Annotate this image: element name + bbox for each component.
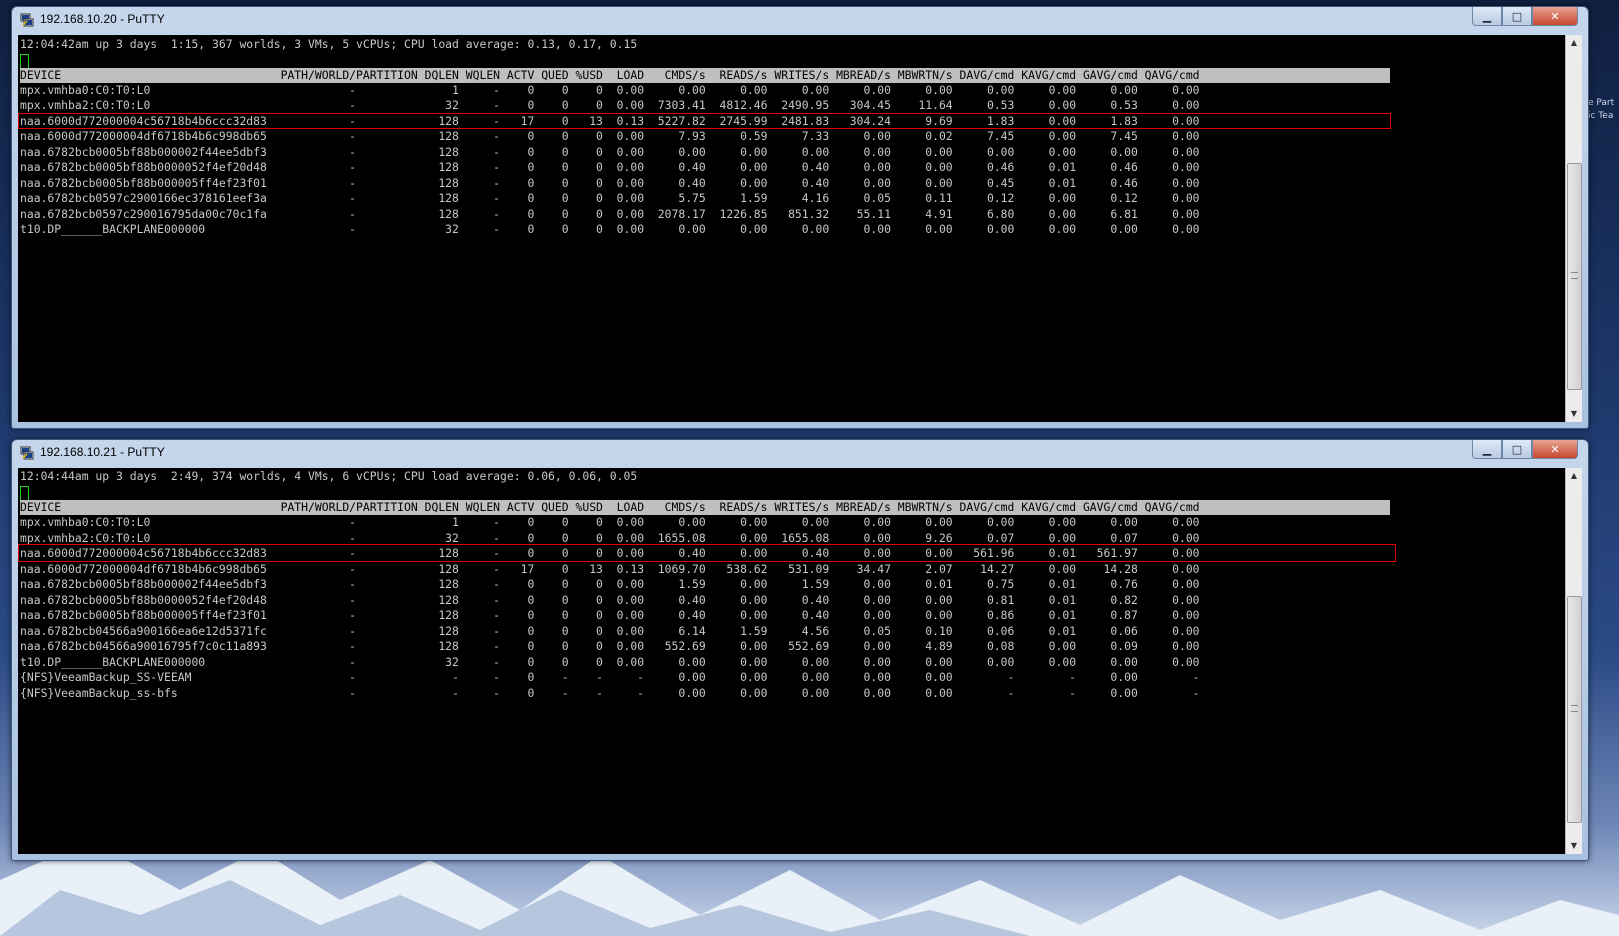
status-line: 12:04:44am up 3 days 2:49, 374 worlds, 4…: [20, 469, 638, 483]
putty-window-2[interactable]: 192.168.10.21 - PuTTY ▁ □ ✕ 12:04:44am u…: [11, 439, 1589, 861]
device-row: {NFS}VeeamBackup_SS-VEEAM - - - 0 - - - …: [20, 670, 1200, 684]
scroll-up-arrow-icon[interactable]: ▲: [1566, 468, 1582, 484]
vertical-scrollbar[interactable]: ▲ ▼: [1565, 35, 1582, 422]
device-row: naa.6782bcb0005bf88b000002f44ee5dbf3 - 1…: [20, 577, 1200, 591]
text-cursor: [20, 486, 29, 501]
desktop-text: e Part: [1588, 98, 1615, 108]
text-cursor: [20, 54, 29, 69]
device-row: naa.6000d772000004df6718b4b6c998db65 - 1…: [20, 129, 1200, 143]
close-button[interactable]: ✕: [1532, 7, 1578, 26]
terminal-screen[interactable]: 12:04:44am up 3 days 2:49, 374 worlds, 4…: [18, 468, 1566, 854]
device-row: naa.6782bcb0005bf88b000002f44ee5dbf3 - 1…: [20, 145, 1200, 159]
status-line: 12:04:42am up 3 days 1:15, 367 worlds, 3…: [20, 37, 638, 51]
device-row: naa.6782bcb04566a900166ea6e12d5371fc - 1…: [20, 624, 1200, 638]
column-header-row: DEVICE PATH/WORLD/PARTITION DQLEN WQLEN …: [20, 68, 1390, 83]
minimize-button[interactable]: ▁: [1472, 440, 1502, 459]
device-row: naa.6782bcb0597c2900166ec378161eef3a - 1…: [20, 191, 1200, 205]
scroll-down-arrow-icon[interactable]: ▼: [1566, 406, 1582, 422]
device-row: t10.DP______BACKPLANE000000 - 32 - 0 0 0…: [20, 222, 1200, 236]
putty-window-1[interactable]: 192.168.10.20 - PuTTY ▁ □ ✕ 12:04:42am u…: [11, 6, 1589, 429]
device-row: naa.6782bcb0005bf88b000005ff4ef23f01 - 1…: [20, 608, 1200, 622]
device-row: naa.6782bcb0005bf88b0000052f4ef20d48 - 1…: [20, 160, 1200, 174]
close-button[interactable]: ✕: [1532, 440, 1578, 459]
device-row: naa.6782bcb0005bf88b000005ff4ef23f01 - 1…: [20, 176, 1200, 190]
putty-icon: [20, 13, 34, 27]
device-row: naa.6782bcb0005bf88b0000052f4ef20d48 - 1…: [20, 593, 1200, 607]
device-row: mpx.vmhba0:C0:T0:L0 - 1 - 0 0 0 0.00 0.0…: [20, 83, 1200, 97]
window-title: 192.168.10.21 - PuTTY: [40, 445, 165, 459]
window-controls: ▁ □ ✕: [1472, 7, 1578, 26]
device-row: {NFS}VeeamBackup_ss-bfs - - - 0 - - - 0.…: [20, 686, 1200, 700]
device-row: naa.6782bcb0597c290016795da00c70c1fa - 1…: [20, 207, 1200, 221]
window-controls: ▁ □ ✕: [1472, 440, 1578, 459]
highlight-box: [18, 113, 1391, 129]
terminal-screen[interactable]: 12:04:42am up 3 days 1:15, 367 worlds, 3…: [18, 35, 1566, 422]
title-bar[interactable]: 192.168.10.21 - PuTTY ▁ □ ✕: [12, 440, 1588, 466]
device-row: t10.DP______BACKPLANE000000 - 32 - 0 0 0…: [20, 655, 1200, 669]
device-row: mpx.vmhba2:C0:T0:L0 - 32 - 0 0 0 0.00 73…: [20, 98, 1200, 112]
device-row: naa.6000d772000004df6718b4b6c998db65 - 1…: [20, 562, 1200, 576]
minimize-button[interactable]: ▁: [1472, 7, 1502, 26]
window-title: 192.168.10.20 - PuTTY: [40, 12, 165, 26]
scroll-thumb[interactable]: [1567, 163, 1582, 390]
putty-icon: [20, 446, 34, 460]
title-bar[interactable]: 192.168.10.20 - PuTTY ▁ □ ✕: [12, 7, 1588, 33]
device-row: mpx.vmhba0:C0:T0:L0 - 1 - 0 0 0 0.00 0.0…: [20, 515, 1200, 529]
highlight-box: [18, 544, 1396, 562]
column-header-row: DEVICE PATH/WORLD/PARTITION DQLEN WQLEN …: [20, 500, 1390, 515]
desktop-text: ic Tea: [1588, 111, 1614, 121]
scroll-down-arrow-icon[interactable]: ▼: [1566, 838, 1582, 854]
maximize-button[interactable]: □: [1502, 440, 1532, 459]
device-row: naa.6782bcb04566a90016795f7c0c11a893 - 1…: [20, 639, 1200, 653]
scroll-up-arrow-icon[interactable]: ▲: [1566, 35, 1582, 51]
maximize-button[interactable]: □: [1502, 7, 1532, 26]
scroll-thumb[interactable]: [1567, 596, 1582, 823]
vertical-scrollbar[interactable]: ▲ ▼: [1565, 468, 1582, 854]
